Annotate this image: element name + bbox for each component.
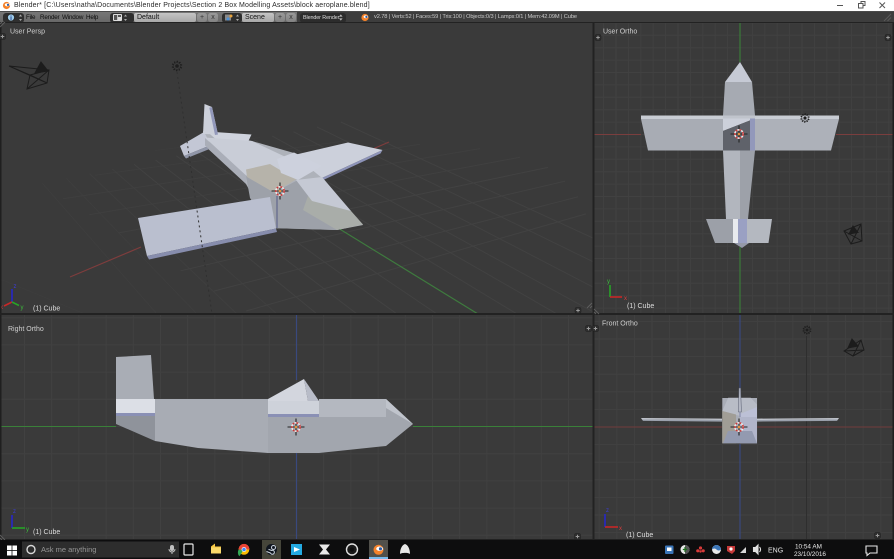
svg-text:(1) Cube: (1) Cube	[626, 532, 653, 539]
svg-text:ENG: ENG	[768, 548, 783, 555]
svg-text:y: y	[26, 527, 29, 533]
svg-text:Ask me anything: Ask me anything	[41, 545, 96, 554]
svg-text:Front Ortho: Front Ortho	[602, 321, 638, 328]
svg-text:x: x	[619, 526, 622, 532]
svg-text:y: y	[607, 279, 610, 285]
svg-text:z: z	[13, 509, 16, 515]
svg-text:(1) Cube: (1) Cube	[33, 529, 60, 536]
svg-text:y: y	[21, 305, 24, 311]
svg-text:z: z	[606, 508, 609, 514]
svg-text:(1) Cube: (1) Cube	[33, 306, 60, 313]
svg-text:x: x	[624, 296, 627, 302]
svg-text:i: i	[10, 15, 12, 22]
svg-text:User Persp: User Persp	[10, 29, 45, 36]
svg-text:Right Ortho: Right Ortho	[8, 326, 44, 333]
svg-text:z: z	[14, 284, 17, 290]
svg-text:23/10/2016: 23/10/2016	[794, 551, 826, 558]
svg-text:10:54 AM: 10:54 AM	[795, 544, 822, 551]
svg-text:User Ortho: User Ortho	[603, 29, 637, 36]
svg-text:(1) Cube: (1) Cube	[627, 303, 654, 310]
